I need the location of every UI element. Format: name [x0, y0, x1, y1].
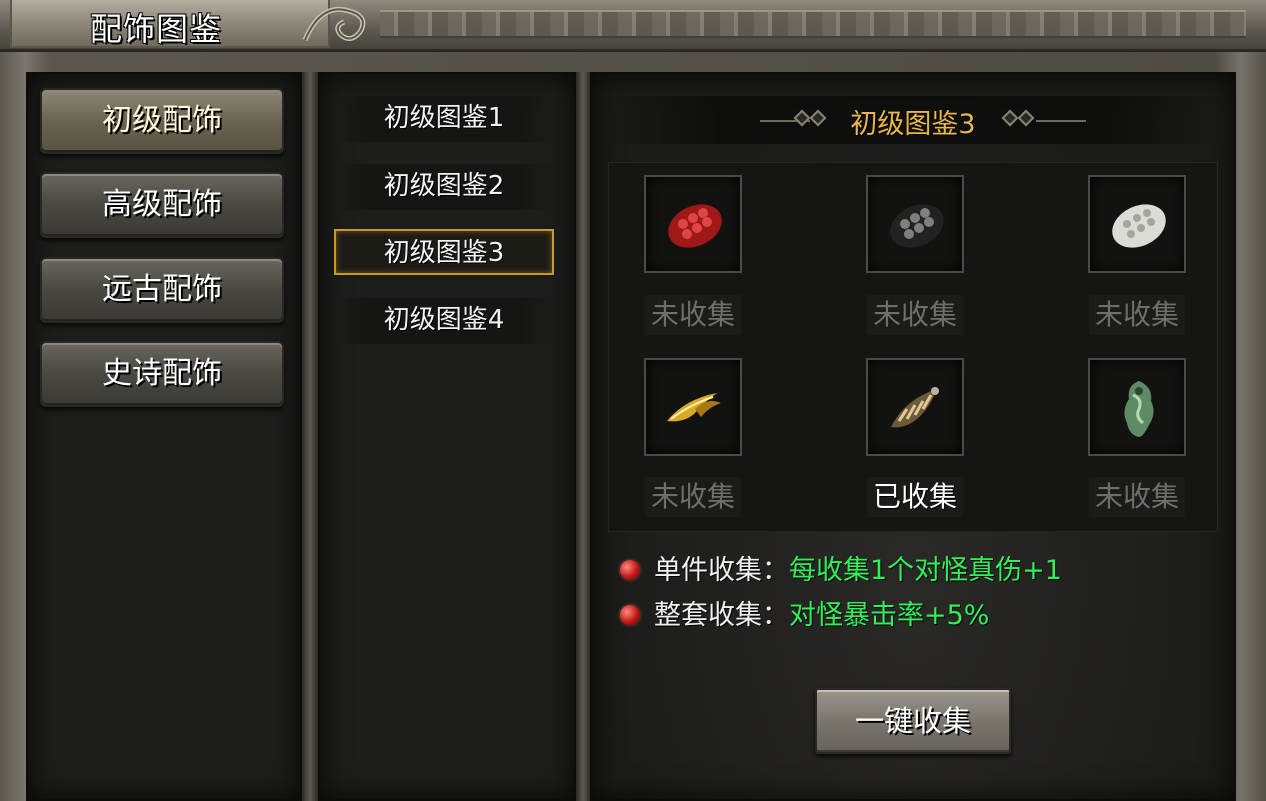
category-button-basic[interactable]: 初级配饰	[40, 88, 284, 154]
black-scale-icon	[890, 204, 944, 248]
subcategory-item-3[interactable]: 初级图鉴3	[334, 229, 554, 275]
category-button-epic[interactable]: 史诗配饰	[40, 341, 284, 407]
category-button-ancient[interactable]: 远古配饰	[40, 257, 284, 323]
collection-status: 未收集	[1089, 295, 1185, 335]
title-pattern	[380, 10, 1246, 38]
red-bullet-icon	[618, 602, 642, 627]
jade-pendant-icon	[1124, 381, 1154, 437]
red-bullet-icon	[618, 557, 642, 582]
item-slot[interactable]	[1088, 358, 1186, 456]
subcategory-item-1[interactable]: 初级图鉴1	[334, 96, 554, 142]
panel-divider	[576, 72, 590, 801]
collect-all-button[interactable]: 一键收集	[815, 688, 1011, 754]
golden-claw-icon	[667, 393, 721, 422]
collection-status: 未收集	[867, 295, 963, 335]
bonus-label: 单件收集：	[654, 555, 789, 586]
bonus-value: 每收集1个对怪真伤+1	[789, 555, 1062, 586]
item-slot[interactable]	[644, 175, 742, 273]
ornament-line	[1036, 120, 1086, 122]
bonus-value: 对怪暴击率+5%	[789, 600, 990, 631]
item-slot[interactable]	[866, 175, 964, 273]
striped-claw-icon	[891, 387, 939, 428]
collection-status: 未收集	[1089, 477, 1185, 517]
window-title: 配饰图鉴	[90, 10, 223, 48]
detail-header: 初级图鉴3	[600, 96, 1226, 144]
red-scale-icon	[668, 204, 722, 248]
collection-status: 未收集	[645, 295, 741, 335]
subcategory-item-2[interactable]: 初级图鉴2	[334, 164, 554, 210]
set-collection-bonus: 整套收集：对怪暴击率+5%	[618, 596, 989, 636]
collection-status: 未收集	[645, 477, 741, 517]
title-bar: 配饰图鉴	[0, 0, 1266, 52]
panel-divider	[302, 72, 318, 801]
single-collection-bonus: 单件收集：每收集1个对怪真伤+1	[618, 551, 1062, 591]
item-slot[interactable]	[1088, 175, 1186, 273]
white-scale-icon	[1112, 204, 1166, 248]
subcategory-item-4[interactable]: 初级图鉴4	[334, 298, 554, 344]
scroll-ornament-icon	[302, 6, 366, 42]
item-slot[interactable]	[866, 358, 964, 456]
item-slot[interactable]	[644, 358, 742, 456]
collection-status: 已收集	[867, 477, 963, 517]
bonus-label: 整套收集：	[654, 600, 789, 631]
detail-title: 初级图鉴3	[850, 109, 976, 140]
category-button-advanced[interactable]: 高级配饰	[40, 172, 284, 238]
